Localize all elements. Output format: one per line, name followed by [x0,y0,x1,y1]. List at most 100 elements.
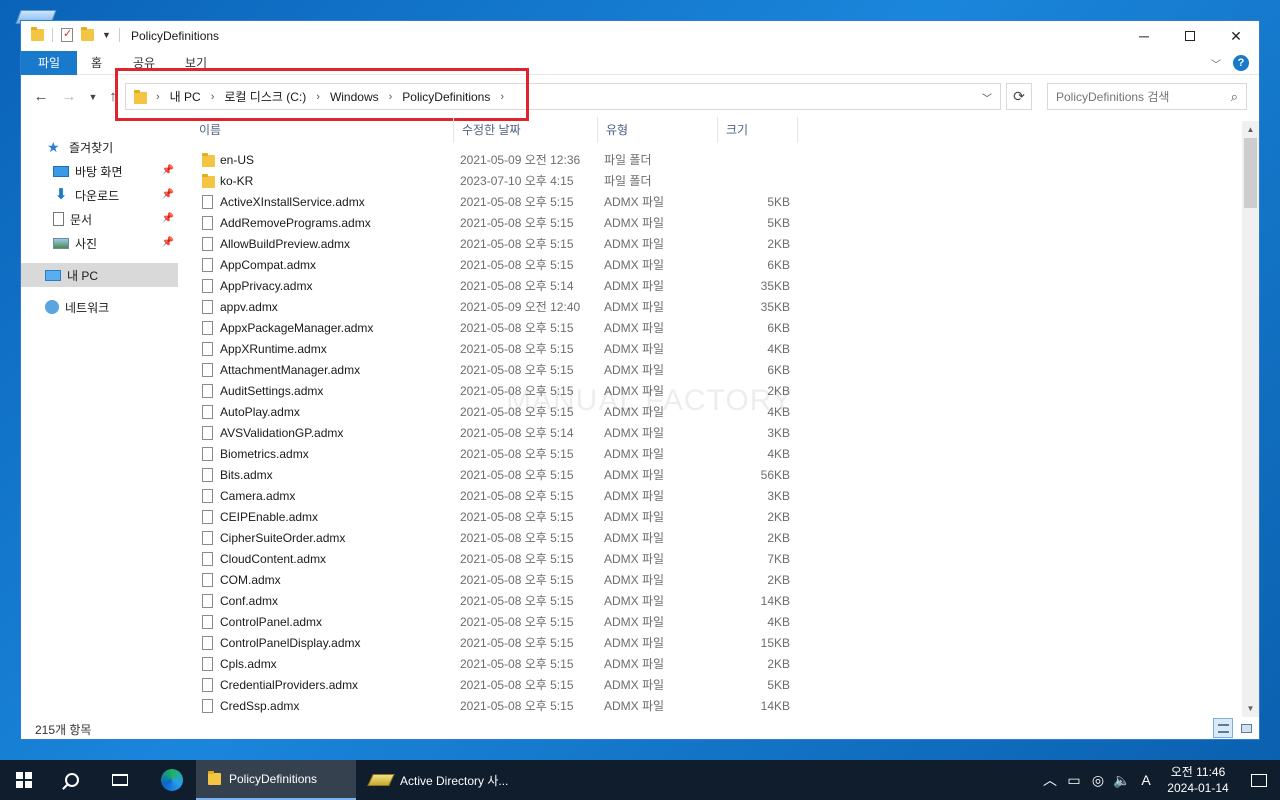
recent-locations-chevron-icon[interactable]: ▼ [83,87,103,107]
file-type: ADMX 파일 [604,342,665,356]
table-row[interactable]: Cpls.admx 2021-05-08 오후 5:15 ADMX 파일 2KB [191,653,1241,674]
table-row[interactable]: Camera.admx 2021-05-08 오후 5:15 ADMX 파일 3KB [191,485,1241,506]
table-row[interactable]: appv.admx 2021-05-09 오전 12:40 ADMX 파일 35KB [191,296,1241,317]
table-row[interactable]: AppCompat.admx 2021-05-08 오후 5:15 ADMX 파일 6… [191,254,1241,275]
search-box[interactable]: ⌕ [1047,83,1247,110]
breadcrumb-separator-icon[interactable]: › [500,91,504,103]
table-row[interactable]: Conf.admx 2021-05-08 오후 5:15 ADMX 파일 14KB [191,590,1241,611]
taskbar-search-button[interactable] [48,760,96,800]
column-header-date[interactable]: 수정한 날짜 [454,117,598,143]
refresh-button[interactable]: ⟳ [1006,83,1032,110]
table-row[interactable]: COM.admx 2021-05-08 오후 5:15 ADMX 파일 2KB [191,569,1241,590]
table-row[interactable]: AVSValidationGP.admx 2021-05-08 오후 5:14 AD… [191,422,1241,443]
table-row[interactable]: AddRemovePrograms.admx 2021-05-08 오후 5:15… [191,212,1241,233]
column-header-size[interactable]: 크기 [718,117,798,143]
new-folder-icon[interactable] [81,27,94,41]
table-row[interactable]: AppxPackageManager.admx 2021-05-08 오후 5:1… [191,317,1241,338]
tab-view[interactable]: 보기 [185,51,207,75]
file-name: ControlPanelDisplay.admx [220,635,361,650]
breadcrumb-separator-icon[interactable]: › [211,91,215,103]
breadcrumb-separator-icon[interactable]: › [316,91,320,103]
notification-center-button[interactable] [1238,760,1280,800]
scroll-up-arrow-icon[interactable]: ▲ [1242,121,1259,138]
table-row[interactable]: CredentialProviders.admx 2021-05-08 오후 5:… [191,674,1241,695]
maximize-button[interactable] [1167,21,1213,51]
forward-button[interactable]: → [59,87,79,107]
pin-icon[interactable]: 📌 [162,237,174,248]
column-header-type[interactable]: 유형 [598,117,718,143]
customize-toolbar-arrow-icon[interactable]: ▼ [102,30,111,40]
file-date: 2021-05-08 오후 5:15 [460,573,574,587]
file-type: ADMX 파일 [604,384,665,398]
properties-icon[interactable] [61,27,73,42]
battery-icon[interactable]: ▭ [1062,772,1086,789]
column-header-name[interactable]: 이름 [191,117,454,143]
sidebar-item-downloads[interactable]: ⬇ 다운로드 📌 [21,183,178,207]
table-row[interactable]: CEIPEnable.admx 2021-05-08 오후 5:15 ADMX 파일… [191,506,1241,527]
tab-file[interactable]: 파일 [21,51,77,75]
file-type: ADMX 파일 [604,237,665,251]
address-history-chevron-icon[interactable]: ﹀ [982,90,992,105]
pin-icon[interactable]: 📌 [162,189,174,200]
sidebar-item-pictures[interactable]: 사진 📌 [21,231,178,255]
table-row[interactable]: ko-KR 2023-07-10 오후 4:15 파일 폴더 [191,170,1241,191]
back-button[interactable]: ← [31,87,51,107]
taskbar-app-active-directory[interactable]: Active Directory 사... [358,760,516,800]
details-view-button[interactable] [1213,718,1233,738]
scrollbar-thumb[interactable] [1244,138,1257,208]
volume-muted-icon[interactable]: 🔈 [1110,772,1134,789]
task-view-button[interactable] [96,760,144,800]
table-row[interactable]: ControlPanel.admx 2021-05-08 오후 5:15 ADMX … [191,611,1241,632]
large-icons-view-button[interactable] [1236,718,1256,738]
table-row[interactable]: CredSsp.admx 2021-05-08 오후 5:15 ADMX 파일 14K… [191,695,1241,716]
tab-share[interactable]: 공유 [133,51,155,75]
sidebar-item-label: 내 PC [67,268,99,283]
table-row[interactable]: AppPrivacy.admx 2021-05-08 오후 5:14 ADMX 파일… [191,275,1241,296]
edge-browser-button[interactable] [148,760,196,800]
sidebar-item-desktop[interactable]: 바탕 화면 📌 [21,159,178,183]
search-input[interactable] [1048,84,1218,109]
breadcrumb-local-disk[interactable]: 로컬 디스크 (C:) [224,88,306,105]
table-row[interactable]: AttachmentManager.admx 2021-05-08 오후 5:15… [191,359,1241,380]
breadcrumb-separator-icon[interactable]: › [156,91,160,103]
taskbar-app-file-explorer[interactable]: PolicyDefinitions [196,760,356,800]
close-button[interactable]: ✕ [1213,21,1259,51]
table-row[interactable]: ActiveXInstallService.admx 2021-05-08 오후 … [191,191,1241,212]
table-row[interactable]: AutoPlay.admx 2021-05-08 오후 5:15 ADMX 파일 4K… [191,401,1241,422]
table-row[interactable]: CloudContent.admx 2021-05-08 오후 5:15 ADMX … [191,548,1241,569]
sidebar-item-network[interactable]: 네트워크 [21,295,178,319]
input-method-indicator[interactable]: A [1134,772,1158,788]
breadcrumb-this-pc[interactable]: 내 PC [170,88,201,105]
sidebar-item-documents[interactable]: 문서 📌 [21,207,178,231]
tab-home[interactable]: 홈 [91,51,102,75]
address-bar[interactable]: › 내 PC › 로컬 디스크 (C:) › Windows › PolicyD… [125,83,1001,110]
breadcrumb-policydefinitions[interactable]: PolicyDefinitions [402,90,490,104]
pin-icon[interactable]: 📌 [162,165,174,176]
vertical-scrollbar[interactable]: ▲ ▼ [1242,121,1259,717]
pin-icon[interactable]: 📌 [162,213,174,224]
network-globe-icon[interactable]: ◎ [1086,772,1110,789]
start-button[interactable] [0,760,48,800]
table-row[interactable]: en-US 2021-05-09 오전 12:36 파일 폴더 [191,149,1241,170]
table-row[interactable]: Biometrics.admx 2021-05-08 오후 5:15 ADMX 파일… [191,443,1241,464]
table-row[interactable]: AuditSettings.admx 2021-05-08 오후 5:15 ADMX… [191,380,1241,401]
table-row[interactable]: AppXRuntime.admx 2021-05-08 오후 5:15 ADMX 파… [191,338,1241,359]
expand-ribbon-chevron-icon[interactable]: ﹀ [1211,56,1221,71]
table-row[interactable]: Bits.admx 2021-05-08 오후 5:15 ADMX 파일 56KB [191,464,1241,485]
file-date: 2021-05-08 오후 5:15 [460,594,574,608]
up-button[interactable]: ↑ [103,87,123,107]
search-icon[interactable]: ⌕ [1231,89,1238,105]
show-hidden-icons-chevron-icon[interactable]: ︿ [1038,770,1062,790]
sidebar-item-this-pc[interactable]: 내 PC [21,263,178,287]
minimize-button[interactable]: ─ [1121,21,1167,51]
help-icon[interactable]: ? [1233,55,1249,71]
breadcrumb-separator-icon[interactable]: › [389,91,393,103]
table-row[interactable]: CipherSuiteOrder.admx 2021-05-08 오후 5:15 A… [191,527,1241,548]
table-row[interactable]: ControlPanelDisplay.admx 2021-05-08 오후 5:… [191,632,1241,653]
sidebar-item-quick-access[interactable]: ★ 즐겨찾기 [21,135,178,159]
clock[interactable]: 오전 11:46 2024-01-14 [1158,764,1238,796]
breadcrumb-windows[interactable]: Windows [330,90,379,104]
table-row[interactable]: AllowBuildPreview.admx 2021-05-08 오후 5:15… [191,233,1241,254]
scroll-down-arrow-icon[interactable]: ▼ [1242,700,1259,717]
file-type: ADMX 파일 [604,573,665,587]
